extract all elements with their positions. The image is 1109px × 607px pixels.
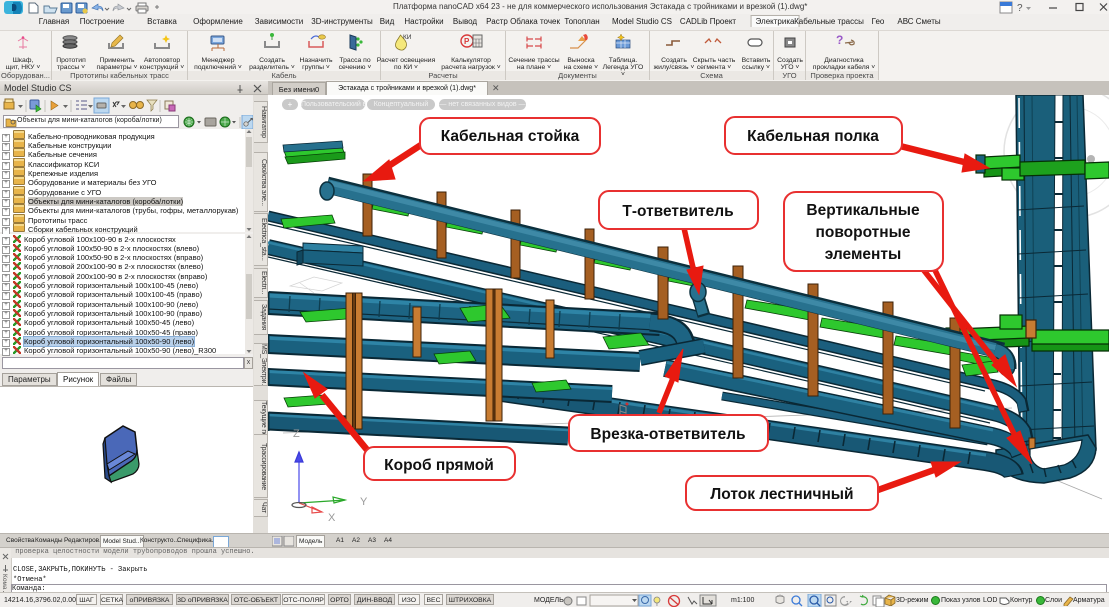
svg-text:Z: Z: [293, 428, 300, 440]
svg-text:Лоток лестничный: Лоток лестничный: [710, 486, 853, 503]
svg-text:?: ?: [1017, 3, 1023, 14]
svg-text:Врезка-ответвитель: Врезка-ответвитель: [590, 426, 745, 443]
svg-text:Кабельная полка: Кабельная полка: [747, 128, 879, 145]
svg-text:Вертикальные: Вертикальные: [806, 202, 920, 219]
svg-text:P: P: [464, 37, 470, 46]
svg-text:Т-ответвитель: Т-ответвитель: [622, 203, 733, 220]
svg-text:Y: Y: [360, 496, 368, 508]
svg-text:Кабельная стойка: Кабельная стойка: [441, 128, 580, 145]
svg-text:элементы: элементы: [825, 246, 902, 263]
svg-text:поворотные: поворотные: [816, 224, 911, 241]
svg-text:X: X: [328, 512, 336, 524]
svg-text:Короб прямой: Короб прямой: [384, 457, 494, 474]
svg-text:?: ?: [836, 33, 843, 47]
